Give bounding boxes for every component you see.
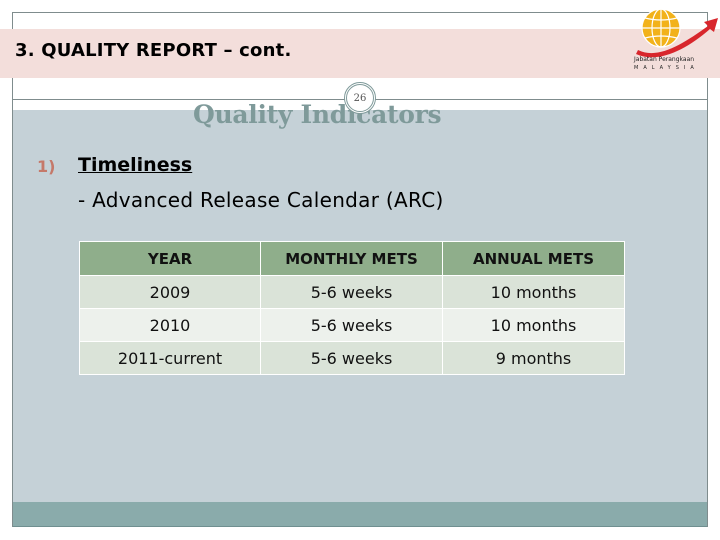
table-header-row: YEAR MONTHLY METS ANNUAL METS <box>79 241 625 276</box>
footer-band <box>13 502 707 527</box>
slide-header-title: 3. QUALITY REPORT – cont. <box>15 40 292 61</box>
table-row: 2009 5-6 weeks 10 months <box>79 275 625 309</box>
cell-annual-mets: 9 months <box>442 341 625 375</box>
cell-year: 2009 <box>79 275 261 309</box>
section-title: Quality Indicators <box>193 100 442 129</box>
arc-table: YEAR MONTHLY METS ANNUAL METS 2009 5-6 w… <box>79 241 625 375</box>
cell-year: 2010 <box>79 308 261 342</box>
list-item-number: 1) <box>37 157 56 176</box>
column-header-annual-mets: ANNUAL METS <box>442 241 625 276</box>
logo-org-name: Jabatan Perangkaan <box>634 56 695 63</box>
table-row: 2010 5-6 weeks 10 months <box>79 308 625 342</box>
page-number: 26 <box>353 92 367 104</box>
cell-year: 2011-current <box>79 341 261 375</box>
page-number-badge: 26 <box>344 82 376 114</box>
cell-annual-mets: 10 months <box>442 275 625 309</box>
list-item-subtext: - Advanced Release Calendar (ARC) <box>78 188 444 212</box>
cell-monthly-mets: 5-6 weeks <box>260 275 443 309</box>
cell-monthly-mets: 5-6 weeks <box>260 341 443 375</box>
list-item-heading: Timeliness <box>78 154 193 176</box>
column-header-monthly-mets: MONTHLY METS <box>260 241 443 276</box>
cell-annual-mets: 10 months <box>442 308 625 342</box>
logo-country: MALAYSIA <box>634 65 699 71</box>
table-row: 2011-current 5-6 weeks 9 months <box>79 341 625 375</box>
cell-monthly-mets: 5-6 weeks <box>260 308 443 342</box>
column-header-year: YEAR <box>79 241 261 276</box>
